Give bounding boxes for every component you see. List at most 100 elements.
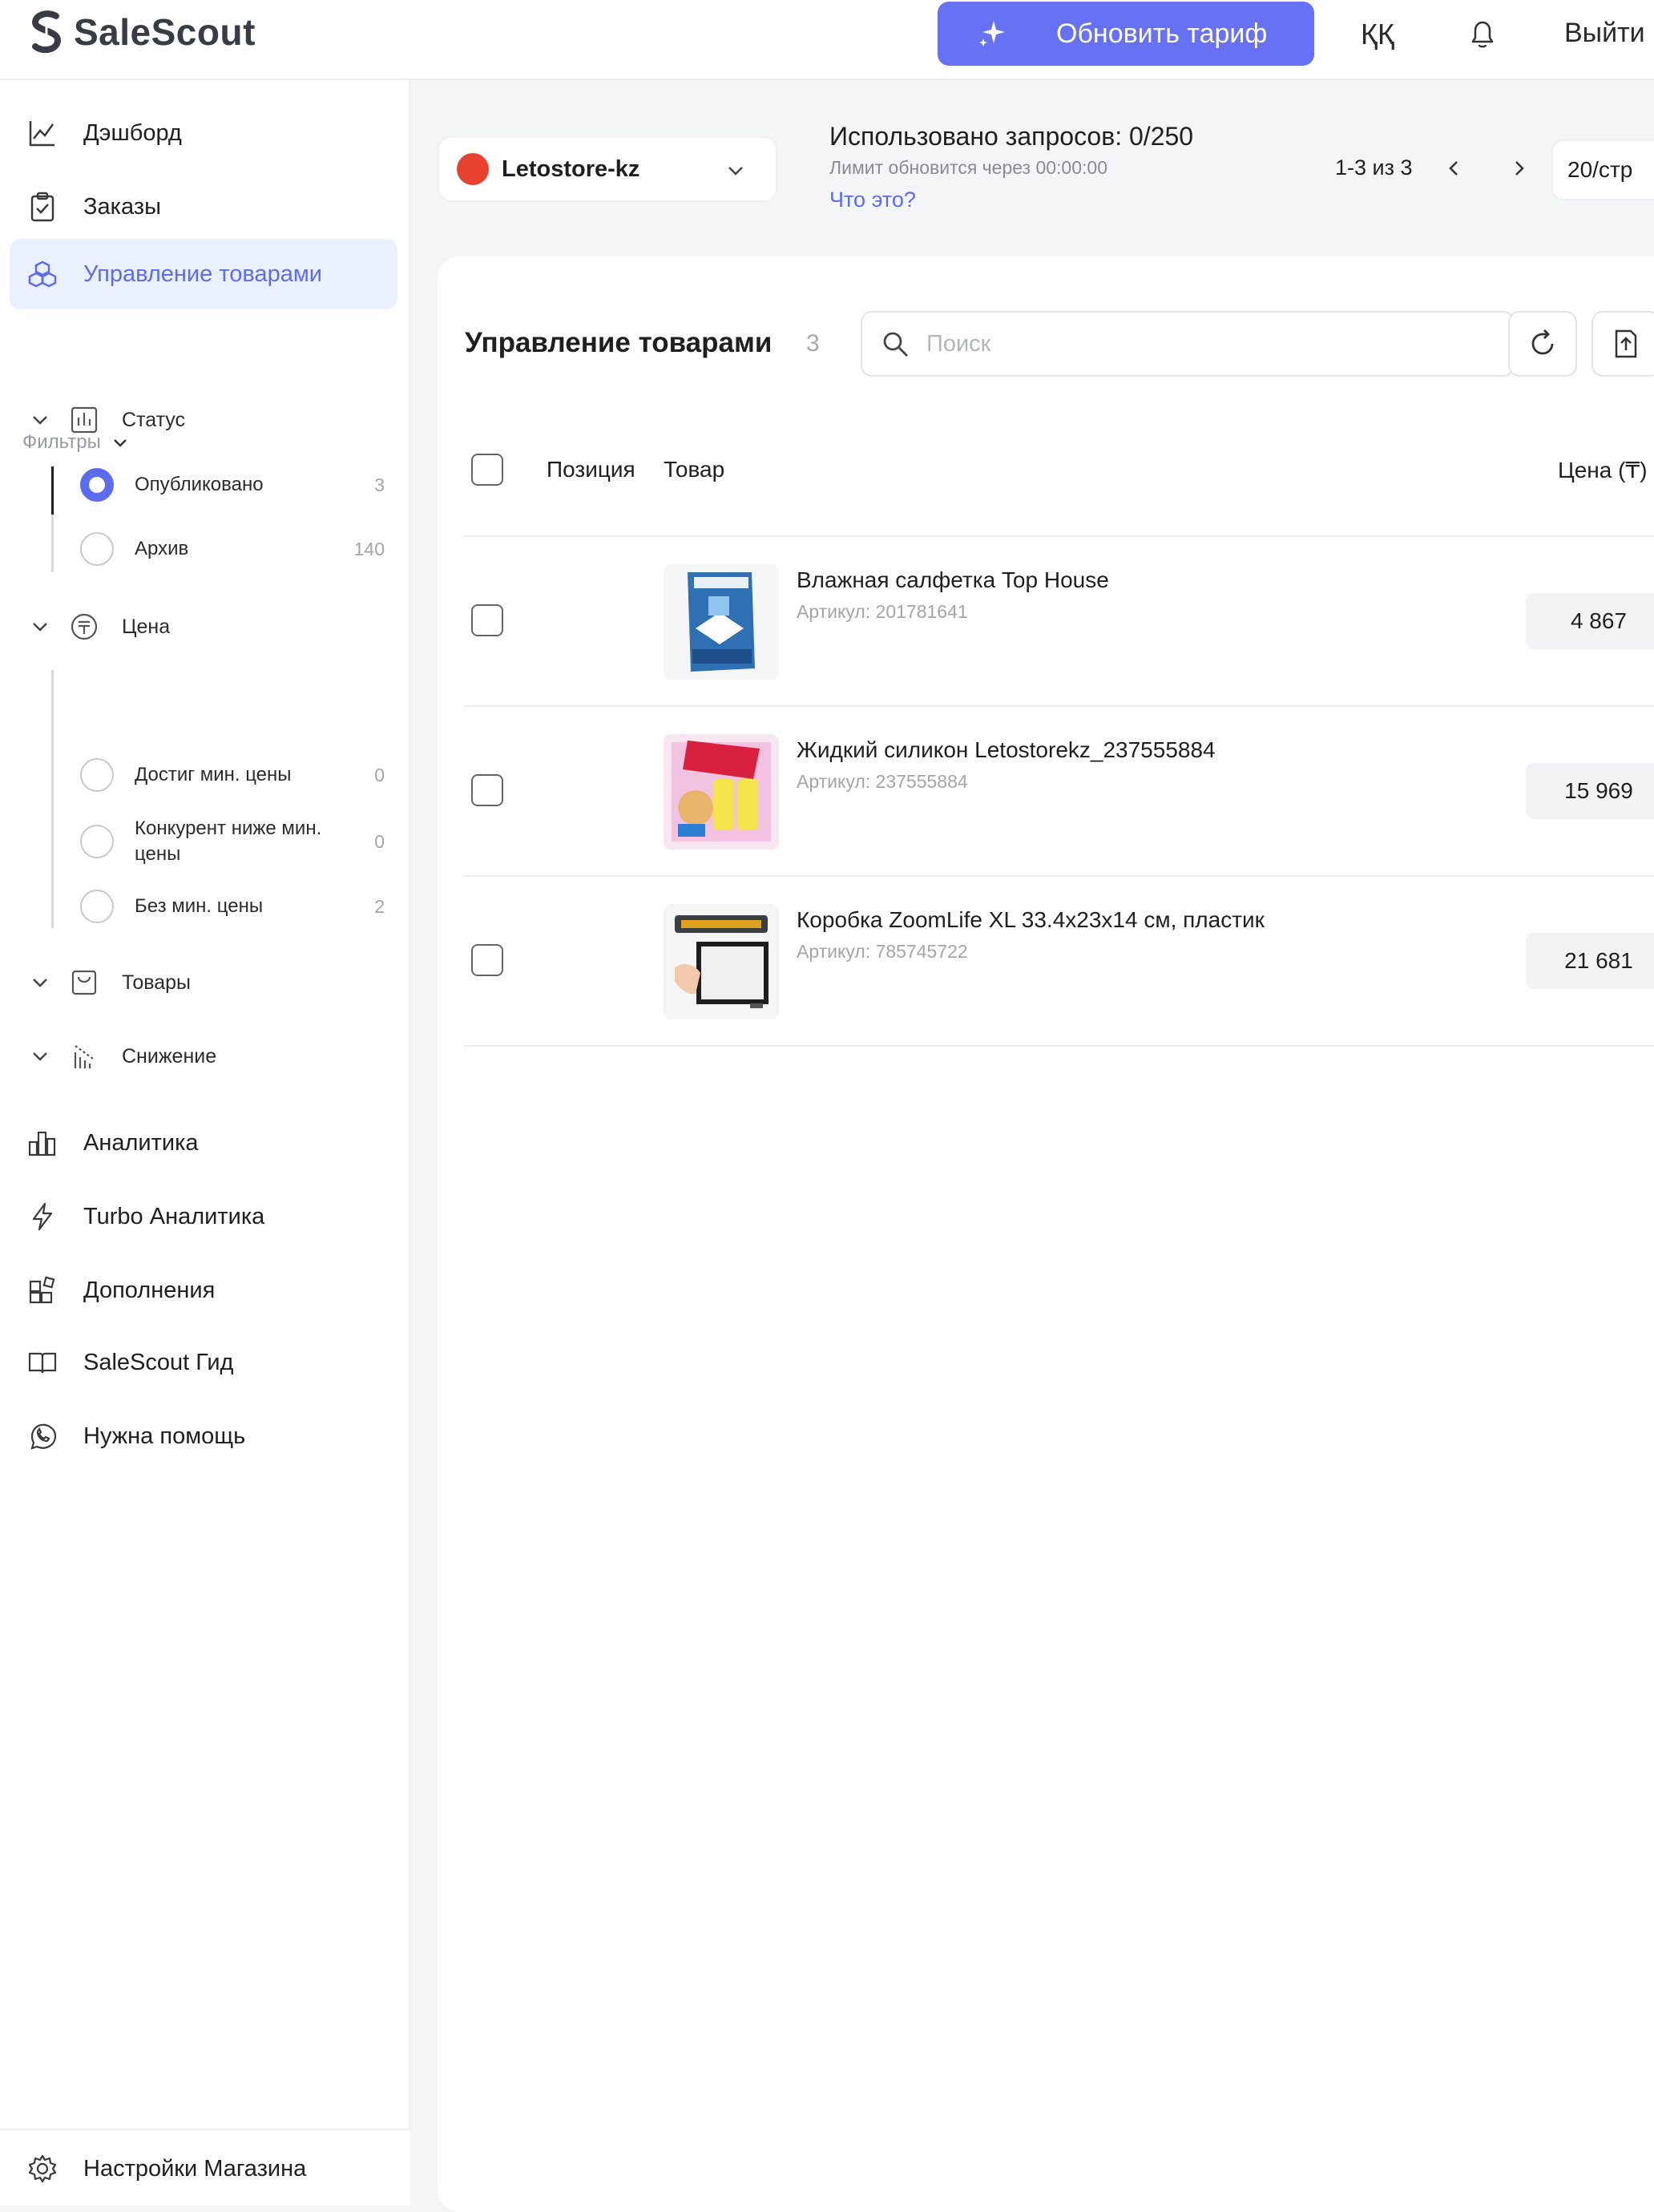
logo-text: SaleScout (74, 11, 256, 53)
product-thumbnail[interactable] (664, 564, 779, 680)
nav-label: Дэшборд (83, 119, 182, 146)
row-divider (463, 875, 1654, 877)
row-divider (463, 1045, 1654, 1047)
filter-group-price[interactable]: Цена (29, 607, 170, 646)
product-thumbnail[interactable] (664, 734, 779, 850)
product-name[interactable]: Влажная салфетка Top House (797, 567, 1109, 593)
filter-option-no-min[interactable]: Без мин. цены 2 (80, 890, 385, 923)
usage-subtitle: Лимит обновится через 00:00:00 (829, 157, 1107, 178)
radio-published[interactable] (80, 468, 114, 502)
top-header: SaleScout Обновить тариф ҚҚ Выйти (0, 0, 1654, 80)
filter-group-label: Статус (122, 408, 186, 431)
store-name: Letostore-kz (502, 155, 640, 182)
product-sku: Артикул: 237555884 (797, 771, 968, 792)
price-field[interactable]: 21 681 (1526, 933, 1654, 989)
option-label: Архив (135, 538, 189, 559)
product-sku: Артикул: 201781641 (797, 601, 968, 622)
filter-group-label: Товары (122, 971, 191, 994)
option-count: 0 (374, 764, 385, 785)
store-select[interactable]: Letostore-kz (438, 136, 777, 202)
refresh-icon (1531, 329, 1554, 355)
search-input[interactable] (926, 330, 1487, 357)
product-name[interactable]: Коробка ZoomLife XL 33.4x23x14 см, пласт… (797, 907, 1265, 933)
row-divider (463, 705, 1654, 707)
option-label: Конкурент ниже мин. цены (135, 817, 322, 865)
filter-group-decrease[interactable]: Снижение (29, 1037, 216, 1076)
nav-item-analytics[interactable]: Аналитика (10, 1108, 397, 1178)
refresh-button[interactable] (1508, 311, 1577, 377)
radio-archive[interactable] (80, 532, 114, 566)
boxes-icon (28, 260, 57, 288)
whatsapp-icon (30, 1423, 57, 1450)
chevron-down-icon (33, 1052, 47, 1061)
sidebar-footer: Настройки Магазина (0, 2129, 410, 2206)
products-card: Управление товарами 3 Позиция Товар Цена… (438, 256, 1654, 2212)
column-header-product[interactable]: Товар (664, 457, 724, 482)
logout-button[interactable]: Выйти (1564, 18, 1645, 49)
lightning-icon (32, 1202, 53, 1231)
select-all-checkbox[interactable] (471, 454, 503, 486)
chevron-down-icon (33, 623, 47, 632)
option-count: 140 (353, 538, 385, 559)
card-count: 3 (806, 330, 820, 357)
usage-title: Использовано запросов: 0/250 (829, 122, 1194, 151)
option-label: Достиг мин. цены (135, 764, 292, 785)
upload-file-icon (1615, 329, 1637, 358)
filter-group-status[interactable]: Статус (29, 401, 185, 439)
price-field[interactable]: 4 867 (1526, 593, 1654, 649)
column-header-position[interactable]: Позиция (547, 457, 635, 482)
sparkle-icon (979, 21, 1005, 46)
filter-option-archive[interactable]: Архив 140 (80, 532, 385, 566)
bar-chart-icon (71, 406, 98, 434)
nav-item-product-management[interactable]: Управление товарами (10, 239, 397, 309)
price-field[interactable]: 15 969 (1526, 763, 1654, 819)
nav-item-addons[interactable]: Дополнения (10, 1255, 397, 1326)
nav-label: Дополнения (83, 1277, 216, 1303)
filter-group-products[interactable]: Товары (29, 963, 191, 1002)
nav-label: Аналитика (83, 1129, 199, 1156)
row-divider (463, 535, 1654, 537)
decrease-chart-icon (74, 1045, 94, 1068)
radio-competitor-below[interactable] (80, 825, 114, 858)
product-name[interactable]: Жидкий силикон Letostorekz_237555884 (797, 737, 1216, 763)
search-box[interactable] (861, 311, 1515, 377)
nav-item-store-settings[interactable]: Настройки Магазина (10, 2133, 397, 2204)
language-switch[interactable]: ҚҚ (1361, 18, 1394, 51)
filter-option-published[interactable]: Опубликовано 3 (80, 468, 385, 502)
column-header-price[interactable]: Цена (₸) (1558, 457, 1648, 483)
option-count: 2 (374, 895, 385, 917)
row-checkbox[interactable] (471, 604, 503, 636)
tree-line (51, 515, 54, 572)
radio-no-min[interactable] (80, 890, 114, 923)
product-thumbnail[interactable] (664, 904, 779, 1019)
option-count: 0 (374, 830, 385, 852)
row-checkbox[interactable] (471, 774, 503, 806)
page-size-select[interactable]: 20/стр (1551, 139, 1654, 200)
export-button[interactable] (1591, 311, 1654, 377)
bell-icon[interactable] (1466, 18, 1499, 51)
status-active-indicator (51, 466, 54, 515)
nav-item-guide[interactable]: SaleScout Гид (10, 1327, 397, 1398)
filter-group-label: Снижение (122, 1044, 217, 1068)
nav-item-turbo-analytics[interactable]: Turbo Аналитика (10, 1181, 397, 1252)
salescout-logo-icon (31, 10, 62, 54)
chevron-down-icon (33, 979, 47, 987)
row-checkbox[interactable] (471, 944, 503, 976)
chevron-right-icon[interactable] (1508, 157, 1531, 180)
chart-line-icon (29, 121, 54, 147)
filter-option-competitor-below[interactable]: Конкурент ниже мин. цены 0 (80, 816, 385, 867)
nav-label: Turbo Аналитика (83, 1203, 265, 1229)
nav-item-dashboard[interactable]: Дэшборд (10, 98, 397, 168)
storage-box-image-icon (664, 904, 779, 1019)
chevron-down-icon (728, 167, 743, 176)
chevron-left-icon[interactable] (1442, 157, 1465, 180)
radio-reached-min[interactable] (80, 758, 114, 792)
nav-item-help[interactable]: Нужна помощь (10, 1401, 397, 1471)
chevron-down-icon (33, 416, 47, 425)
logo[interactable]: SaleScout (27, 10, 256, 54)
nav-item-orders[interactable]: Заказы (10, 172, 397, 242)
upgrade-plan-button[interactable]: Обновить тариф (938, 2, 1314, 66)
sidebar: Дэшборд Заказы Управление товарами Фильт… (0, 80, 410, 2206)
what-is-this-link[interactable]: Что это? (829, 188, 916, 212)
filter-option-reached-min[interactable]: Достиг мин. цены 0 (80, 758, 385, 792)
